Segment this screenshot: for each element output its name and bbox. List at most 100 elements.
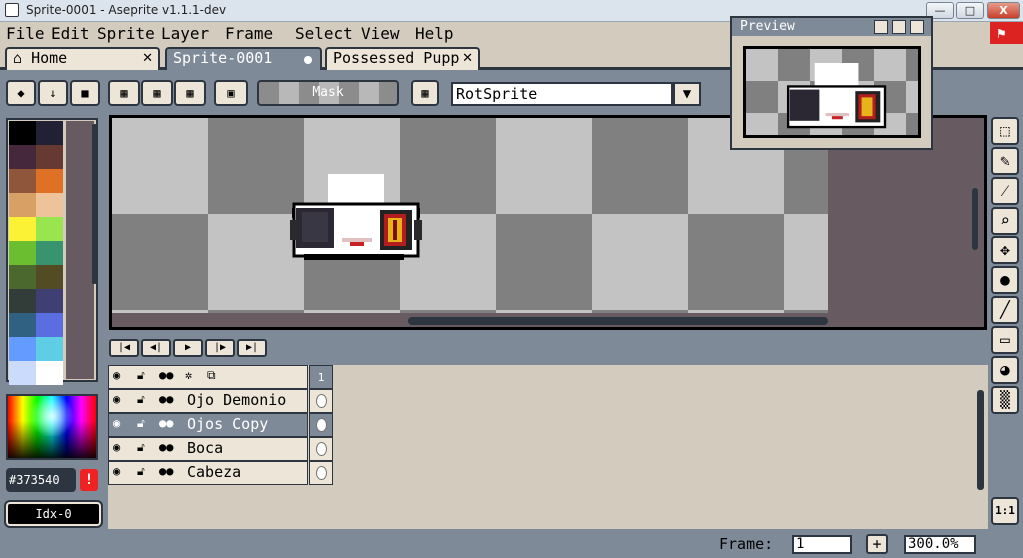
last-frame-button[interactable]: ▶| [237, 339, 267, 357]
preview-close-icon[interactable] [910, 20, 924, 34]
palette-swatch-1[interactable] [36, 121, 63, 145]
continuous-icon[interactable]: ●● [159, 368, 173, 382]
tab-sprite-0001[interactable]: Sprite-0001 [165, 47, 322, 70]
grid-options-icon[interactable]: ▦ [411, 80, 439, 106]
cel-ojo-demonio[interactable] [309, 389, 333, 413]
blur-tool-icon[interactable]: ▒ [991, 386, 1019, 414]
pencil-tool-icon[interactable]: ✎ [991, 147, 1019, 175]
palette-swatch-14[interactable] [9, 289, 36, 313]
lock-icon[interactable]: 🔓︎ [137, 464, 145, 479]
palette-swatch-17[interactable] [36, 313, 63, 337]
onion-skin-icon[interactable]: ⧉ [207, 368, 216, 383]
continuous-icon[interactable]: ●● [159, 464, 173, 478]
tab-home[interactable]: ⌂ Home ✕ [5, 47, 160, 70]
palette-swatch-0[interactable] [9, 121, 36, 145]
palette-swatch-19[interactable] [36, 337, 63, 361]
layer-row-cabeza[interactable]: ◉ 🔓︎ ●● Cabeza [108, 461, 308, 485]
menu-help[interactable]: Help [415, 24, 454, 43]
cels-area[interactable] [334, 365, 988, 529]
palette-swatch-21[interactable] [36, 361, 63, 385]
rotation-algorithm-select[interactable]: RotSprite [451, 82, 673, 106]
preview-window[interactable]: Preview [730, 16, 933, 150]
layer-row-ojos-copy[interactable]: ◉ 🔓︎ ●● Ojos Copy [108, 413, 308, 437]
eye-icon[interactable]: ◉ [113, 392, 120, 406]
previous-frame-button[interactable]: ◀| [141, 339, 171, 357]
menu-select[interactable]: Select [295, 24, 353, 43]
lock-icon[interactable]: 🔓︎ [137, 416, 145, 431]
palette-scrollbar[interactable] [92, 124, 97, 284]
mask-color-button[interactable]: Mask [257, 80, 399, 106]
contour-tool-icon[interactable]: ◕ [991, 356, 1019, 384]
palette-swatch-5[interactable] [36, 169, 63, 193]
pixel-ratio-button[interactable]: 1:1 [991, 497, 1019, 525]
cel-boca[interactable] [309, 437, 333, 461]
palette-swatch-2[interactable] [9, 145, 36, 169]
first-frame-button[interactable]: |◀ [109, 339, 139, 357]
pivot-topleft-icon[interactable]: ▦ [108, 80, 140, 106]
continuous-icon[interactable]: ●● [159, 440, 173, 454]
eye-icon[interactable]: ◉ [113, 464, 120, 478]
lock-icon[interactable]: 🔓︎ [137, 392, 145, 407]
continuous-icon[interactable]: ●● [159, 416, 173, 430]
palette-swatch-18[interactable] [9, 337, 36, 361]
frame-input[interactable]: 1 [792, 535, 852, 554]
pivot-center-icon[interactable]: ▦ [141, 80, 173, 106]
palette-swatch-16[interactable] [9, 313, 36, 337]
palette-swatch-8[interactable] [9, 217, 36, 241]
zoom-input[interactable]: 300.0% [904, 535, 976, 554]
pivot-bottom-icon[interactable]: ▦ [174, 80, 206, 106]
tab-possessed-puppet[interactable]: Possessed Pupp ✕ [325, 47, 480, 70]
menu-edit[interactable]: Edit [51, 24, 90, 43]
layer-row-ojo-demonio[interactable]: ◉ 🔓︎ ●● Ojo Demonio [108, 389, 308, 413]
transparent-color-icon[interactable]: ▣ [214, 80, 248, 106]
modified-dot-icon[interactable] [304, 56, 312, 64]
menu-layer[interactable]: Layer [161, 24, 209, 43]
palette-swatch-12[interactable] [9, 265, 36, 289]
maximize-button[interactable]: □ [956, 2, 984, 19]
eye-icon[interactable]: ◉ [113, 416, 120, 430]
eye-icon[interactable]: ◉ [113, 368, 120, 382]
zoom-tool-icon[interactable]: ⌕ [991, 207, 1019, 235]
palette-swatch-15[interactable] [36, 289, 63, 313]
marquee-tool-icon[interactable]: ⬚ [991, 117, 1019, 145]
menu-file[interactable]: File [6, 24, 45, 43]
hex-color-field[interactable]: #373540 [6, 468, 76, 492]
close-tab-icon[interactable]: ✕ [462, 49, 473, 68]
lock-icon[interactable]: 🔓︎ [137, 368, 145, 383]
stop-icon[interactable]: ■ [70, 80, 100, 106]
eyedropper-tool-icon[interactable]: ⁄ [991, 177, 1019, 205]
lock-icon[interactable]: 🔓︎ [137, 440, 145, 455]
gear-icon[interactable]: ✲ [185, 368, 192, 382]
color-index-field[interactable]: Idx-0 [4, 500, 103, 528]
color-spectrum-selector[interactable] [6, 394, 98, 460]
timeline-scrollbar[interactable] [977, 390, 984, 490]
palette-swatch-4[interactable] [9, 169, 36, 193]
palette-swatch-7[interactable] [36, 193, 63, 217]
menu-view[interactable]: View [361, 24, 400, 43]
eraser-icon[interactable]: ◆ [6, 80, 36, 106]
close-tab-icon[interactable]: ✕ [142, 49, 153, 68]
play-button[interactable]: ▶ [173, 339, 203, 357]
line-tool-icon[interactable]: ╱ [991, 296, 1019, 324]
menu-sprite[interactable]: Sprite [97, 24, 155, 43]
move-tool-icon[interactable]: ✥ [991, 236, 1019, 264]
news-flag-icon[interactable]: ⚑ [990, 22, 1023, 46]
palette-swatch-11[interactable] [36, 241, 63, 265]
eye-icon[interactable]: ◉ [113, 440, 120, 454]
close-window-button[interactable]: X [987, 2, 1020, 19]
frame-header-number[interactable]: 1 [309, 365, 333, 389]
palette-swatch-10[interactable] [9, 241, 36, 265]
palette-swatch-13[interactable] [36, 265, 63, 289]
preview-play-icon[interactable] [874, 20, 888, 34]
palette-swatch-9[interactable] [36, 217, 63, 241]
palette-swatch-20[interactable] [9, 361, 36, 385]
chevron-down-icon[interactable]: ▼ [673, 82, 701, 106]
canvas-horizontal-scrollbar[interactable] [408, 317, 828, 325]
next-frame-button[interactable]: |▶ [205, 339, 235, 357]
warning-icon[interactable]: ! [80, 469, 98, 491]
cel-cabeza[interactable] [309, 461, 333, 485]
cel-ojos-copy[interactable] [309, 413, 333, 437]
rectangle-tool-icon[interactable]: ▭ [991, 326, 1019, 354]
menu-frame[interactable]: Frame [225, 24, 273, 43]
down-arrow-icon[interactable]: ↓ [38, 80, 68, 106]
